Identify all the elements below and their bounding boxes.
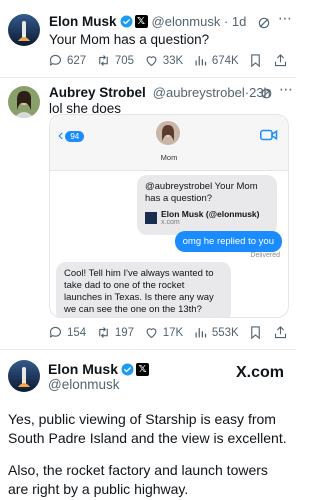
reply-icon	[49, 54, 62, 66]
contact-name: Mom	[160, 153, 178, 162]
reply-button[interactable]: 627	[48, 53, 86, 68]
retweet-button[interactable]: 197	[96, 325, 134, 340]
share-icon[interactable]	[273, 325, 288, 340]
back-button: ‹ 94	[58, 127, 85, 145]
x-logo: X.com	[236, 364, 285, 381]
imessage-header: ‹ 94 Mom	[50, 115, 288, 171]
avatar[interactable]	[8, 14, 40, 46]
reply-paragraph: Also, the rocket factory and launch towe…	[8, 462, 268, 497]
heart-icon	[146, 328, 157, 339]
retweet-count: 197	[114, 326, 135, 339]
link-preview-domain: x.com	[161, 219, 180, 226]
grok-icon[interactable]	[257, 16, 271, 30]
delivered-label: Delivered	[250, 252, 280, 259]
attached-image[interactable]: ‹ 94 Mom @aubreystrobel Your Mom has a q…	[49, 114, 289, 318]
like-count: 17K	[162, 326, 184, 339]
avatar[interactable]	[8, 360, 40, 392]
verified-badge-icon	[120, 15, 132, 28]
views-icon	[195, 56, 206, 66]
contact-avatar	[156, 121, 180, 145]
timestamp[interactable]: 1d	[232, 14, 246, 29]
message-text: @aubreystrobel Your Mom has a question?	[145, 181, 258, 204]
tweet-text: Your Mom has a question?	[49, 32, 210, 47]
retweet-count: 705	[114, 54, 135, 67]
reply-count: 154	[67, 326, 87, 339]
heart-icon	[146, 56, 157, 67]
bookmark-icon[interactable]	[248, 53, 263, 68]
author-name[interactable]: Aubrey Strobel	[49, 85, 146, 100]
like-button[interactable]: 33K	[144, 53, 183, 68]
author-handle[interactable]: @elonmusk	[48, 377, 119, 392]
bookmark-icon[interactable]	[248, 325, 263, 340]
link-preview-avatar	[145, 211, 157, 224]
view-count: 674K	[211, 54, 239, 67]
like-count: 33K	[162, 54, 184, 67]
reply-count: 627	[67, 54, 87, 67]
link-preview-title: Elon Musk (@elonmusk)	[161, 209, 260, 219]
author-handle[interactable]: @aubreystrobel	[153, 85, 245, 100]
verified-badge-icon	[121, 363, 134, 375]
reply-paragraph: Yes, public viewing of Starship is easy …	[8, 411, 287, 446]
x-affiliate-icon: 𝕏	[136, 362, 150, 376]
retweet-button[interactable]: 705	[96, 53, 134, 68]
x-affiliate-icon: 𝕏	[134, 15, 148, 28]
more-options-icon[interactable]: ⋯	[279, 81, 293, 98]
like-button[interactable]: 17K	[144, 325, 183, 340]
message-bubble-sent: @aubreystrobel Your Mom has a question? …	[137, 175, 277, 235]
author-handle[interactable]: @elonmusk	[152, 14, 221, 29]
more-options-icon[interactable]: ⋯	[278, 10, 292, 27]
author-name[interactable]: Elon Musk	[48, 361, 118, 377]
message-bubble-received: Cool! Tell him I've always wanted to tak…	[56, 262, 231, 317]
retweet-icon	[99, 55, 108, 66]
divider	[0, 349, 296, 350]
retweet-icon	[99, 327, 108, 338]
views-button[interactable]: 674K	[193, 53, 239, 68]
reply-icon	[49, 326, 62, 338]
facetime-video-icon	[260, 129, 278, 141]
separator-dot: ·	[220, 14, 232, 29]
reply-button[interactable]: 154	[48, 325, 86, 340]
divider	[0, 77, 296, 78]
chevron-left-icon: ‹	[58, 127, 64, 144]
unread-count-badge: 94	[65, 130, 85, 142]
grok-icon[interactable]	[260, 87, 273, 100]
avatar[interactable]	[8, 86, 40, 118]
message-bubble-sent: omg he replied to you	[174, 231, 282, 252]
author-name[interactable]: Elon Musk	[49, 14, 117, 29]
views-button[interactable]: 553K	[193, 325, 239, 340]
views-icon	[195, 328, 206, 338]
view-count: 553K	[211, 326, 239, 339]
share-icon[interactable]	[273, 53, 288, 68]
